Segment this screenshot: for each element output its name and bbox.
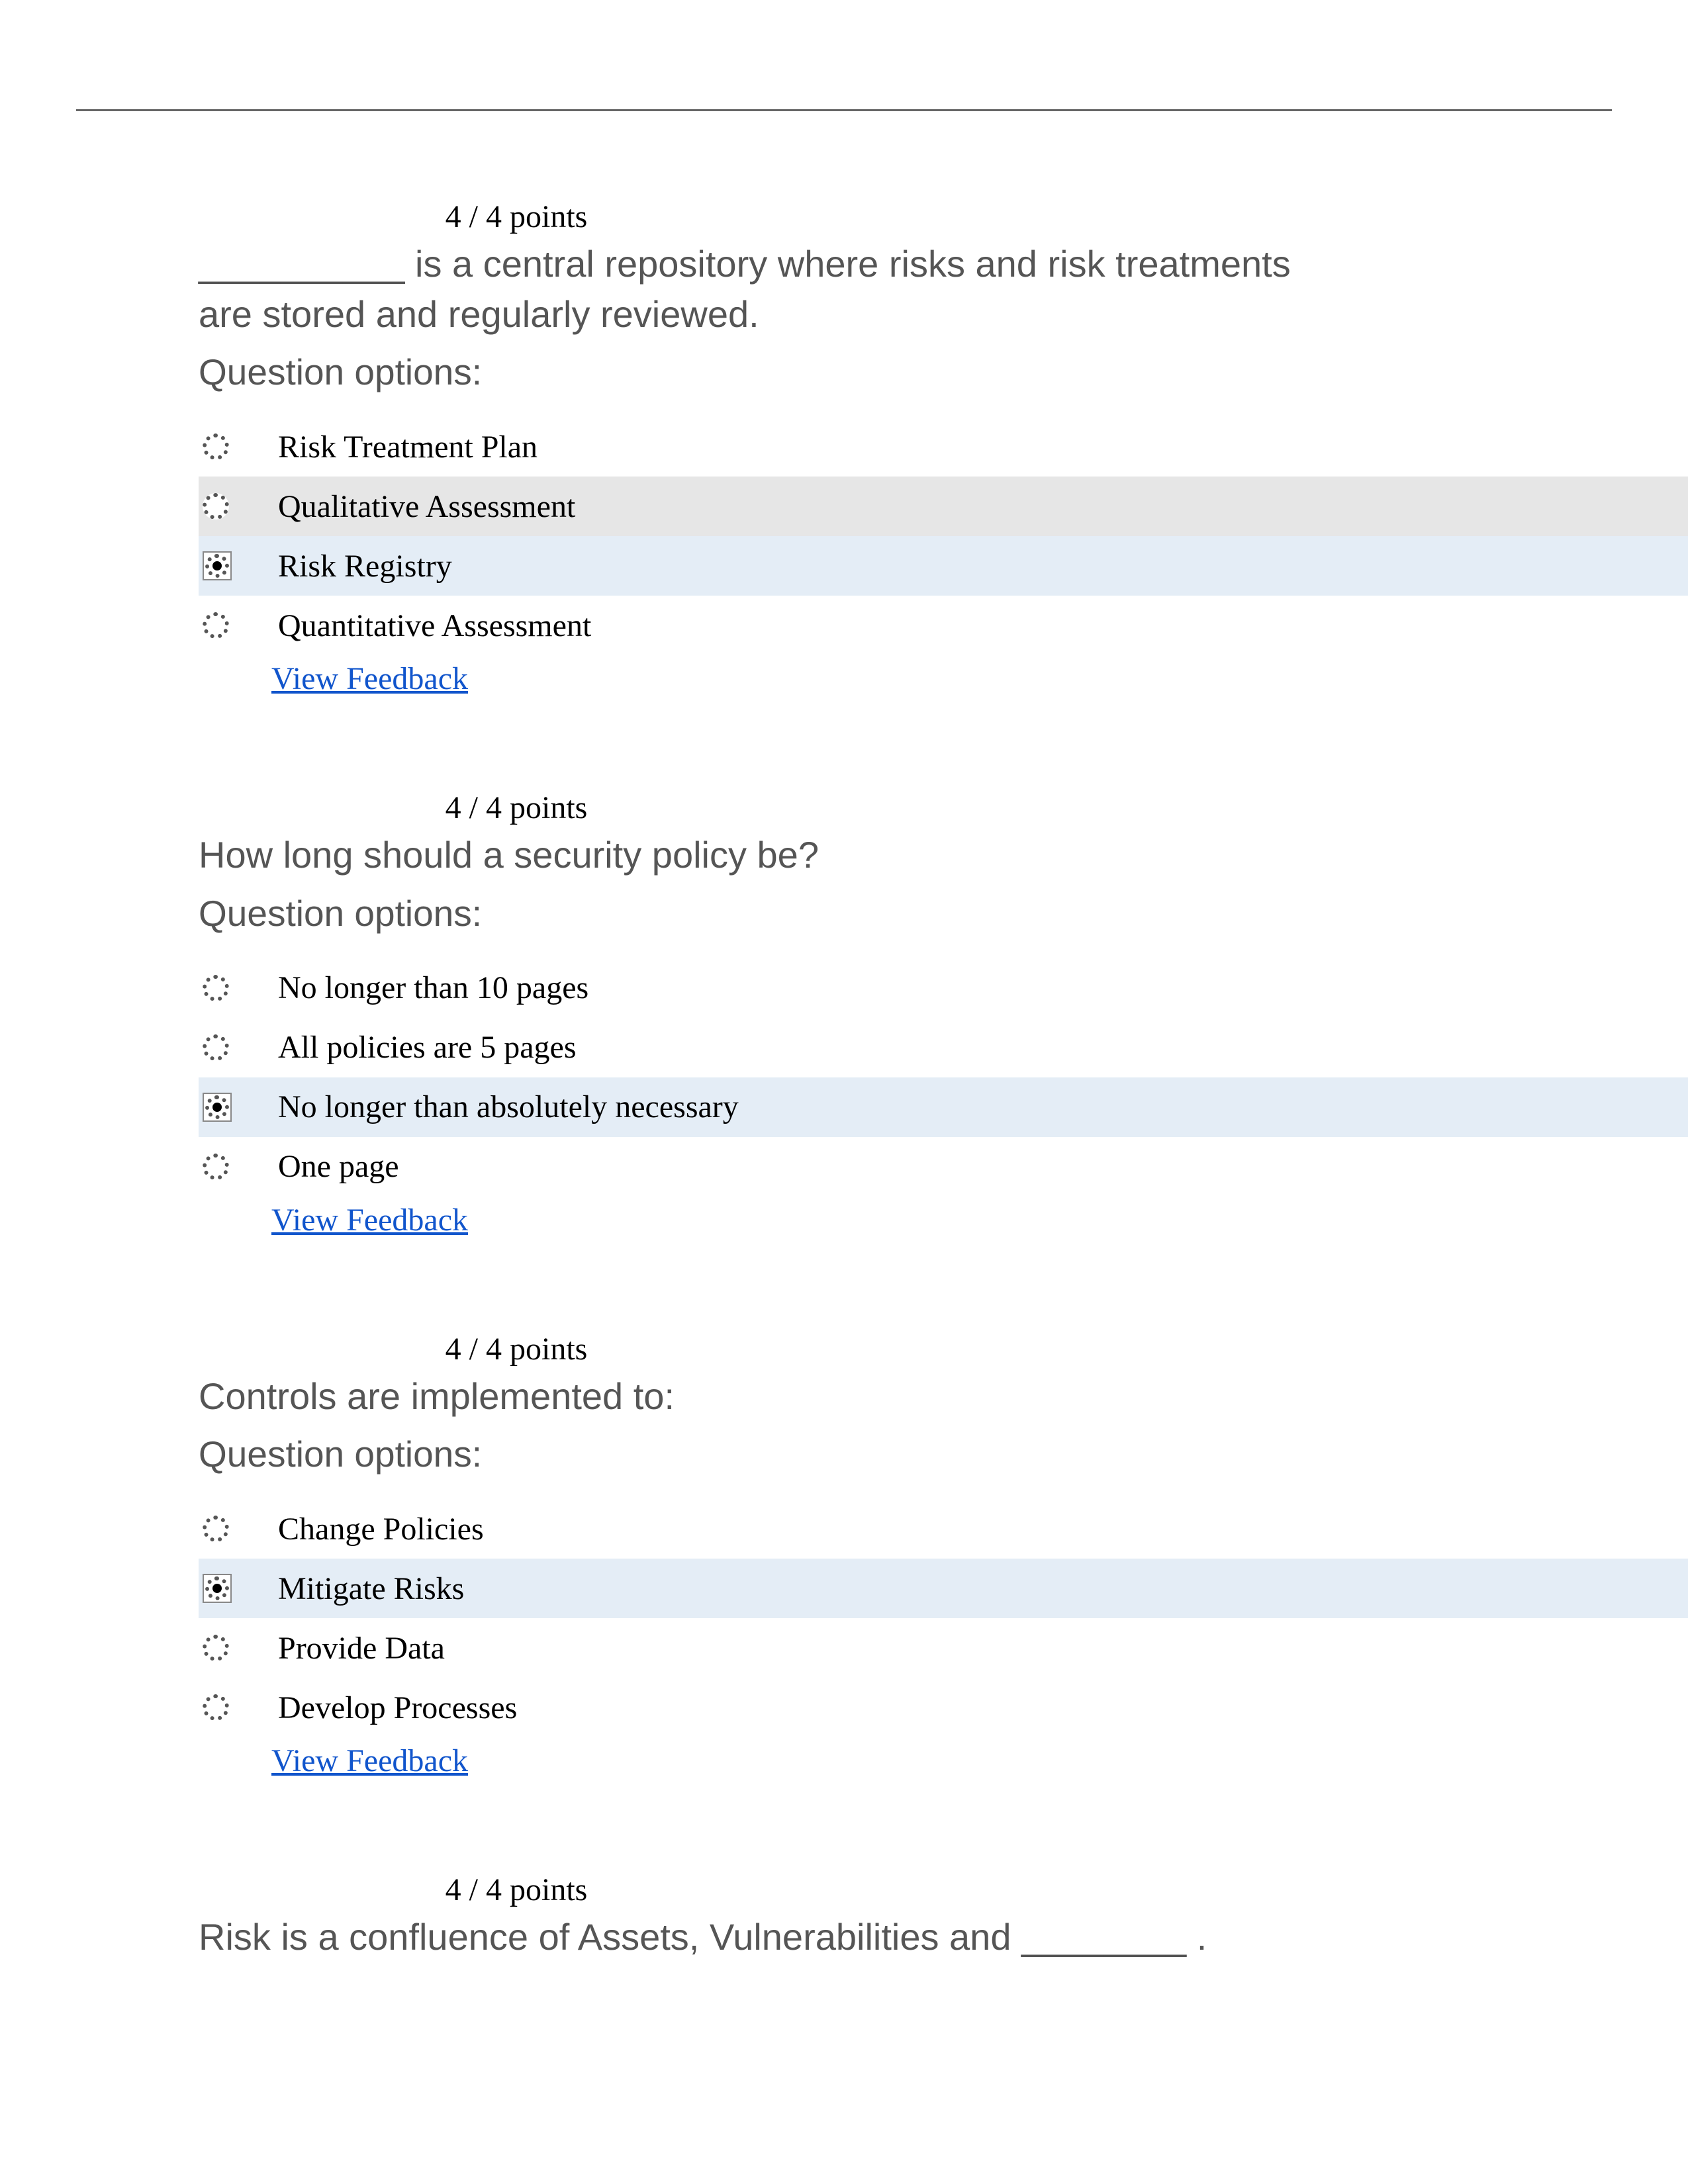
option-label: Change Policies xyxy=(278,1511,484,1547)
points-label: 4 / 4 points xyxy=(199,1331,834,1367)
option-label: No longer than absolutely necessary xyxy=(278,1089,739,1125)
option-row[interactable]: No longer than 10 pages xyxy=(199,958,1688,1018)
option-label: Develop Processes xyxy=(278,1690,517,1726)
radio-wrap xyxy=(199,1093,278,1122)
radio-unselected-icon[interactable] xyxy=(203,1034,229,1061)
options-heading: Question options: xyxy=(199,892,1688,934)
points-label: 4 / 4 points xyxy=(199,790,834,826)
radio-wrap xyxy=(199,1574,278,1603)
radio-wrap xyxy=(199,1694,278,1721)
radio-wrap xyxy=(199,493,278,520)
option-row[interactable]: All policies are 5 pages xyxy=(199,1018,1688,1077)
option-row[interactable]: Risk Registry xyxy=(199,536,1688,596)
radio-unselected-icon[interactable] xyxy=(203,433,229,460)
view-feedback-link[interactable]: View Feedback xyxy=(271,1743,468,1779)
option-row[interactable]: Qualitative Assessment xyxy=(199,477,1688,536)
options-heading: Question options: xyxy=(199,351,1688,393)
option-label: All policies are 5 pages xyxy=(278,1029,577,1066)
radio-unselected-icon[interactable] xyxy=(203,1516,229,1542)
horizontal-rule xyxy=(76,109,1612,111)
view-feedback-link[interactable]: View Feedback xyxy=(271,660,468,697)
radio-unselected-icon[interactable] xyxy=(203,1635,229,1661)
option-label: One page xyxy=(278,1148,399,1185)
radio-selected-icon[interactable] xyxy=(203,1093,232,1122)
question-text: Controls are implemented to: xyxy=(199,1371,1324,1422)
question-block: 4 / 4 points How long should a security p… xyxy=(199,790,1688,1238)
option-row[interactable]: Risk Treatment Plan xyxy=(199,417,1688,477)
radio-wrap xyxy=(199,551,278,580)
radio-unselected-icon[interactable] xyxy=(203,493,229,520)
question-text: __________ is a central repository where… xyxy=(199,239,1324,339)
radio-wrap xyxy=(199,1034,278,1061)
option-row[interactable]: No longer than absolutely necessary xyxy=(199,1077,1688,1137)
radio-unselected-icon[interactable] xyxy=(203,975,229,1001)
option-label: No longer than 10 pages xyxy=(278,970,588,1006)
radio-unselected-icon[interactable] xyxy=(203,612,229,639)
option-row[interactable]: Provide Data xyxy=(199,1618,1688,1678)
option-row[interactable]: Mitigate Risks xyxy=(199,1559,1688,1618)
radio-unselected-icon[interactable] xyxy=(203,1154,229,1180)
option-row[interactable]: Change Policies xyxy=(199,1499,1688,1559)
option-label: Qualitative Assessment xyxy=(278,488,575,525)
option-label: Mitigate Risks xyxy=(278,1570,464,1607)
question-text: How long should a security policy be? xyxy=(199,830,1324,880)
radio-wrap xyxy=(199,975,278,1001)
radio-wrap xyxy=(199,1635,278,1661)
option-label: Risk Treatment Plan xyxy=(278,429,538,465)
question-block: 4 / 4 points __________ is a central repo… xyxy=(199,199,1688,697)
content-area: 4 / 4 points __________ is a central repo… xyxy=(199,199,1688,2055)
radio-wrap xyxy=(199,433,278,460)
question-block: 4 / 4 points Controls are implemented to:… xyxy=(199,1331,1688,1780)
points-label: 4 / 4 points xyxy=(199,199,834,235)
option-row[interactable]: Quantitative Assessment xyxy=(199,596,1688,655)
option-row[interactable]: Develop Processes xyxy=(199,1678,1688,1737)
radio-wrap xyxy=(199,1154,278,1180)
points-label: 4 / 4 points xyxy=(199,1872,834,1908)
view-feedback-link[interactable]: View Feedback xyxy=(271,1202,468,1238)
option-label: Quantitative Assessment xyxy=(278,608,591,644)
question-block: 4 / 4 points Risk is a confluence of Asse… xyxy=(199,1872,1688,1962)
option-label: Provide Data xyxy=(278,1630,445,1666)
options-heading: Question options: xyxy=(199,1433,1688,1475)
question-text: Risk is a confluence of Assets, Vulnerab… xyxy=(199,1912,1324,1962)
radio-selected-icon[interactable] xyxy=(203,551,232,580)
page: 4 / 4 points __________ is a central repo… xyxy=(0,0,1688,2184)
radio-unselected-icon[interactable] xyxy=(203,1694,229,1721)
radio-wrap xyxy=(199,1516,278,1542)
radio-selected-icon[interactable] xyxy=(203,1574,232,1603)
option-label: Risk Registry xyxy=(278,548,452,584)
radio-wrap xyxy=(199,612,278,639)
option-row[interactable]: One page xyxy=(199,1137,1688,1197)
